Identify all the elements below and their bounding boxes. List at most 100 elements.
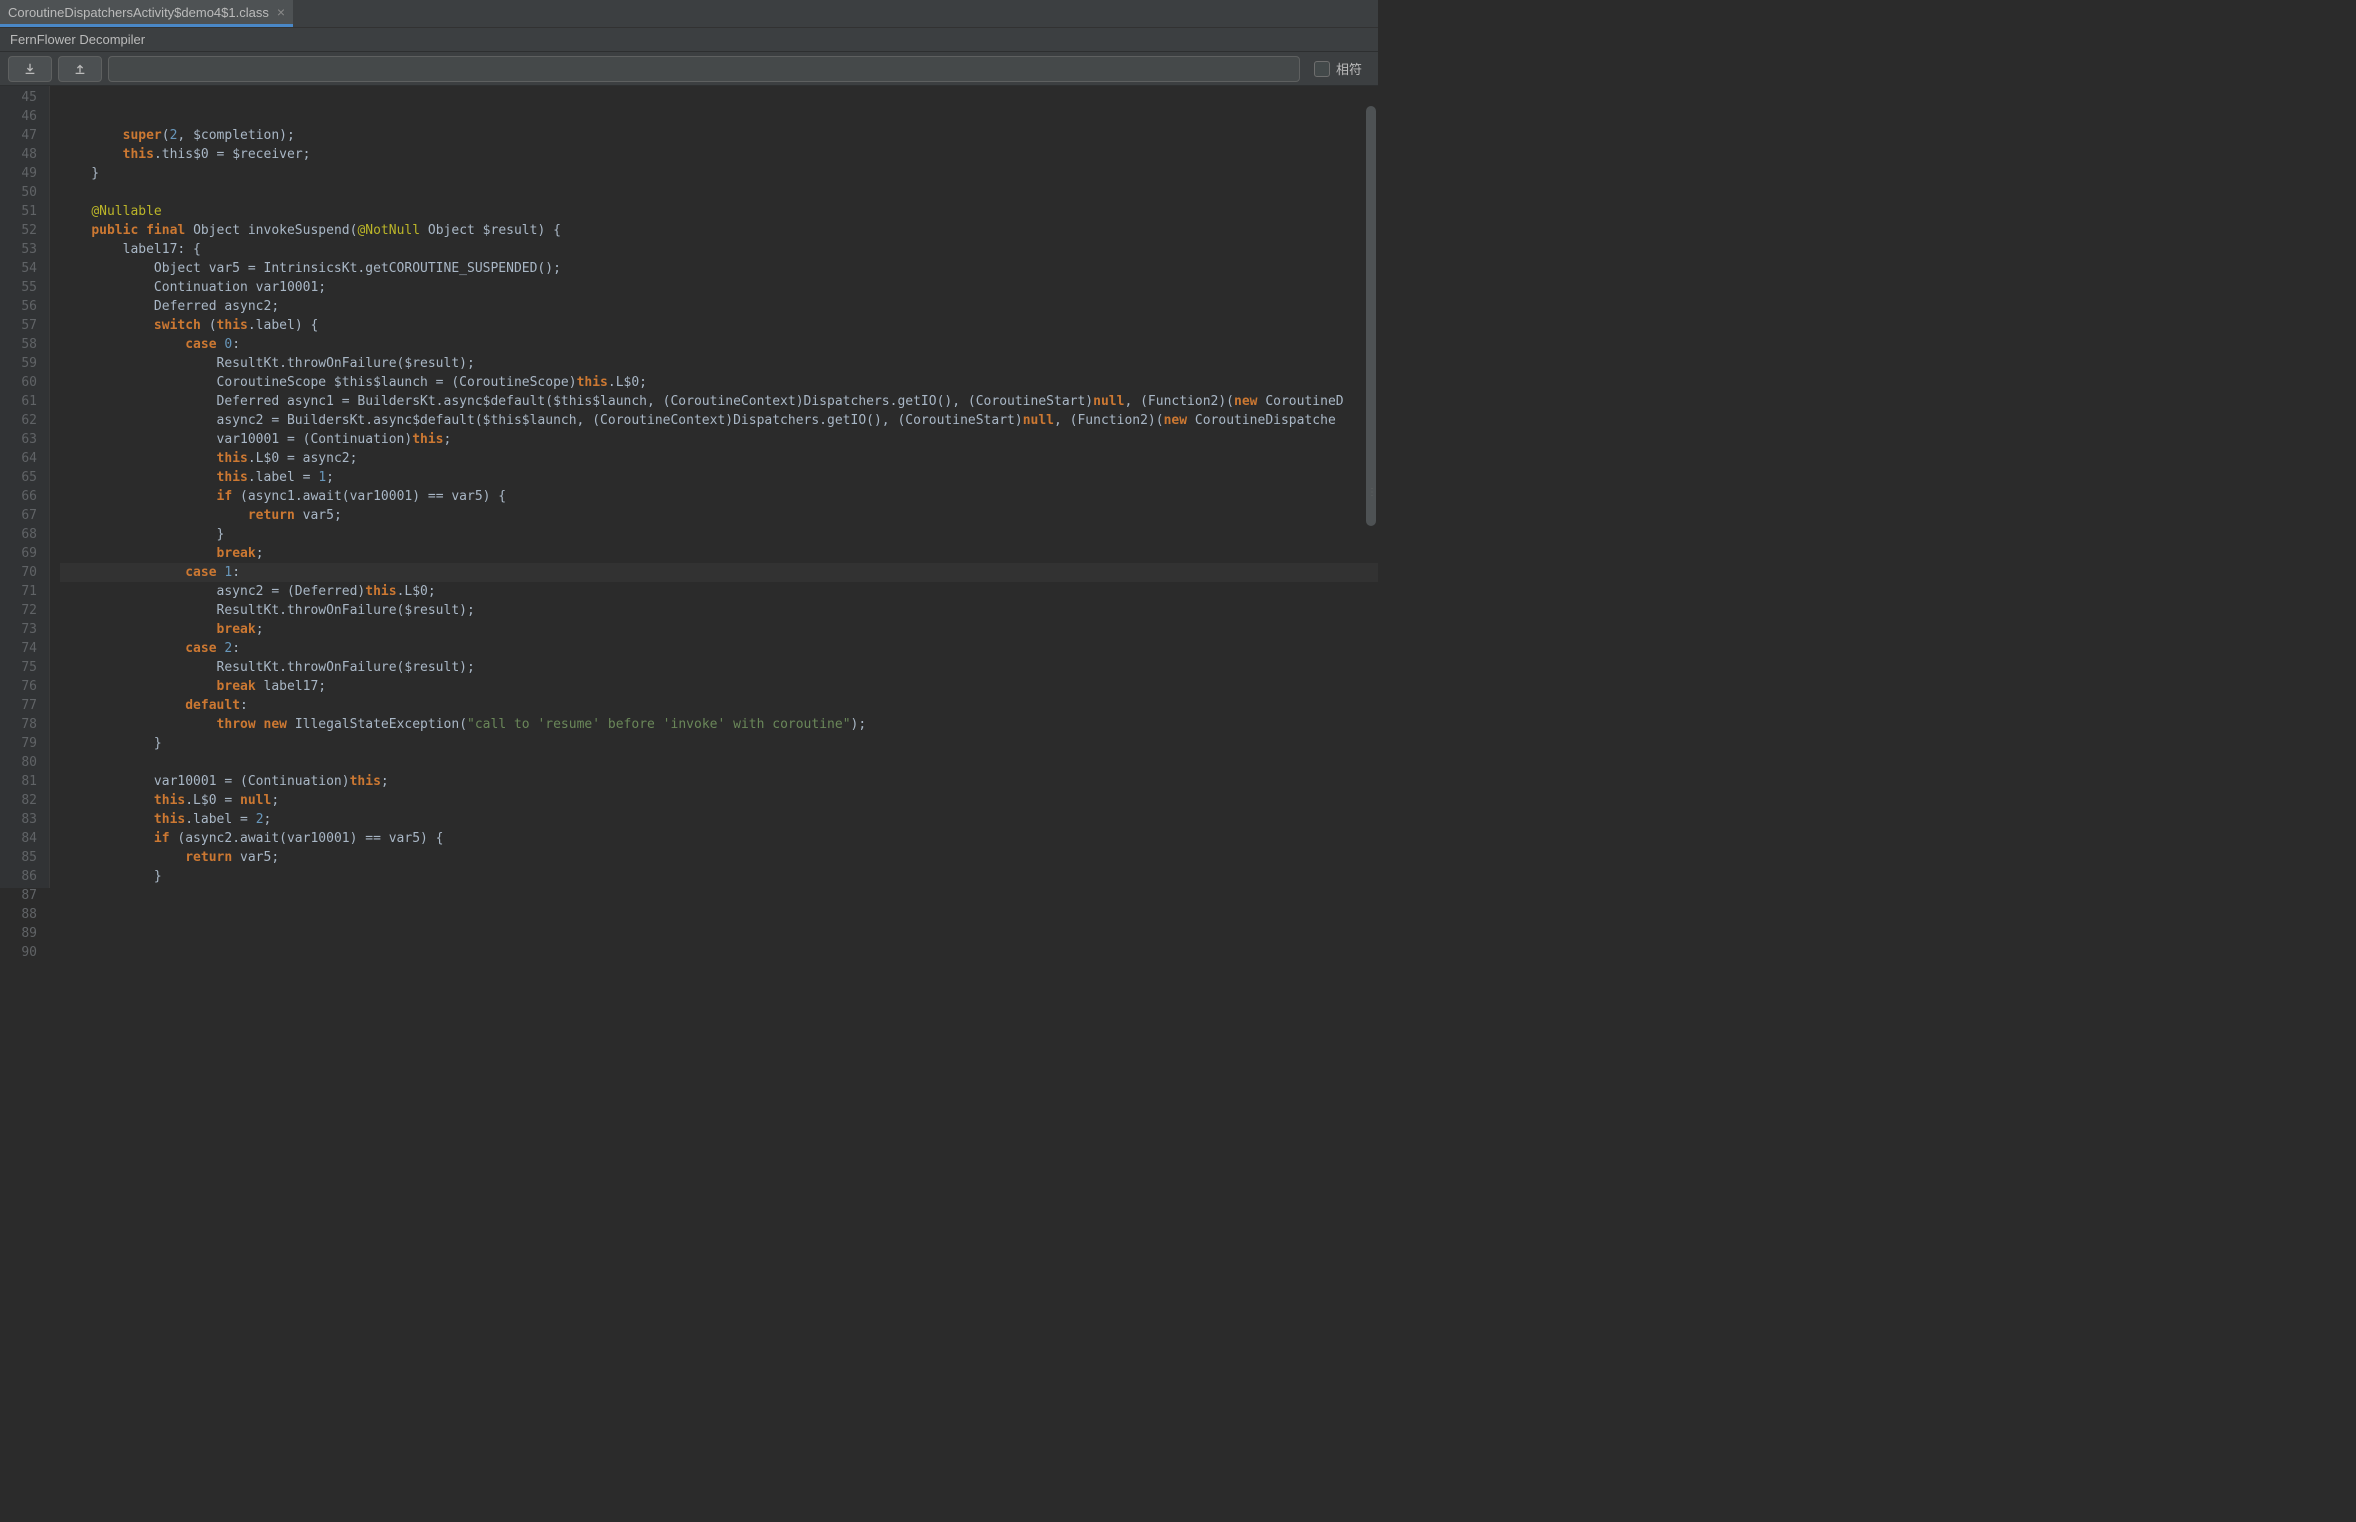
line-number: 88 — [14, 905, 37, 924]
tab-bar: CoroutineDispatchersActivity$demo4$1.cla… — [0, 0, 1378, 28]
download-button[interactable] — [8, 56, 52, 82]
code-line: default: — [60, 696, 1378, 715]
code-line: case 2: — [60, 639, 1378, 658]
match-checkbox[interactable]: 相符 — [1306, 59, 1370, 78]
code-line: label17: { — [60, 240, 1378, 259]
code-line: var10001 = (Continuation)this; — [60, 772, 1378, 791]
code-line: this.L$0 = async2; — [60, 449, 1378, 468]
code-line: var10001 = (Continuation)this; — [60, 430, 1378, 449]
line-number: 75 — [14, 658, 37, 677]
code-line: return var5; — [60, 506, 1378, 525]
line-number: 49 — [14, 164, 37, 183]
match-label: 相符 — [1336, 59, 1362, 78]
line-number: 89 — [14, 924, 37, 943]
upload-icon — [73, 62, 87, 76]
line-number: 65 — [14, 468, 37, 487]
code-line: throw new IllegalStateException("call to… — [60, 715, 1378, 734]
line-number: 67 — [14, 506, 37, 525]
code-line: super(2, $completion); — [60, 126, 1378, 145]
code-line: } — [60, 734, 1378, 753]
decompiler-label: FernFlower Decompiler — [10, 32, 145, 47]
line-number: 54 — [14, 259, 37, 278]
line-number: 87 — [14, 886, 37, 905]
line-number: 85 — [14, 848, 37, 867]
line-number: 73 — [14, 620, 37, 639]
code-line — [60, 183, 1378, 202]
code-line: this.this$0 = $receiver; — [60, 145, 1378, 164]
line-number: 84 — [14, 829, 37, 848]
code-line: } — [60, 525, 1378, 544]
code-line: ResultKt.throwOnFailure($result); — [60, 658, 1378, 677]
code-line: case 1: — [60, 563, 1378, 582]
line-number: 86 — [14, 867, 37, 886]
code-line: break; — [60, 544, 1378, 563]
download-icon — [23, 62, 37, 76]
line-number: 82 — [14, 791, 37, 810]
line-number: 71 — [14, 582, 37, 601]
code-line: public final Object invokeSuspend(@NotNu… — [60, 221, 1378, 240]
code-line: Object var5 = IntrinsicsKt.getCOROUTINE_… — [60, 259, 1378, 278]
upload-button[interactable] — [58, 56, 102, 82]
code-line: switch (this.label) { — [60, 316, 1378, 335]
code-line: Deferred async1 = BuildersKt.async$defau… — [60, 392, 1378, 411]
decompiler-banner: FernFlower Decompiler — [0, 28, 1378, 52]
code-line: async2 = (Deferred)this.L$0; — [60, 582, 1378, 601]
code-line: Continuation var10001; — [60, 278, 1378, 297]
code-area[interactable]: super(2, $completion); this.this$0 = $re… — [50, 86, 1378, 888]
line-number: 60 — [14, 373, 37, 392]
line-number: 64 — [14, 449, 37, 468]
line-number: 56 — [14, 297, 37, 316]
drag-handle-icon[interactable]: ⋮ — [1367, 487, 1376, 498]
line-number: 77 — [14, 696, 37, 715]
line-number: 57 — [14, 316, 37, 335]
line-number: 90 — [14, 943, 37, 962]
line-number: 46 — [14, 107, 37, 126]
line-number: 70 — [14, 563, 37, 582]
code-line: CoroutineScope $this$launch = (Coroutine… — [60, 373, 1378, 392]
code-line: break; — [60, 620, 1378, 639]
editor: 4546474849505152535455565758596061626364… — [0, 86, 1378, 888]
search-input[interactable] — [108, 56, 1300, 82]
line-number: 78 — [14, 715, 37, 734]
line-number: 47 — [14, 126, 37, 145]
line-number: 61 — [14, 392, 37, 411]
code-line — [60, 753, 1378, 772]
code-line: this.L$0 = null; — [60, 791, 1378, 810]
code-line: } — [60, 867, 1378, 886]
line-number: 76 — [14, 677, 37, 696]
line-number: 59 — [14, 354, 37, 373]
code-line: if (async2.await(var10001) == var5) { — [60, 829, 1378, 848]
line-number: 68 — [14, 525, 37, 544]
line-number: 74 — [14, 639, 37, 658]
line-number: 58 — [14, 335, 37, 354]
line-number: 83 — [14, 810, 37, 829]
line-number: 53 — [14, 240, 37, 259]
code-line: } — [60, 164, 1378, 183]
line-gutter: 4546474849505152535455565758596061626364… — [0, 86, 50, 888]
line-number: 79 — [14, 734, 37, 753]
line-number: 48 — [14, 145, 37, 164]
line-number: 45 — [14, 88, 37, 107]
code-line: ResultKt.throwOnFailure($result); — [60, 601, 1378, 620]
code-line: async2 = BuildersKt.async$default($this$… — [60, 411, 1378, 430]
toolbar: 相符 — [0, 52, 1378, 86]
line-number: 72 — [14, 601, 37, 620]
line-number: 55 — [14, 278, 37, 297]
line-number: 51 — [14, 202, 37, 221]
code-line: case 0: — [60, 335, 1378, 354]
close-icon[interactable]: × — [277, 4, 285, 20]
line-number: 81 — [14, 772, 37, 791]
line-number: 52 — [14, 221, 37, 240]
code-line: } — [60, 886, 1378, 888]
line-number: 50 — [14, 183, 37, 202]
line-number: 62 — [14, 411, 37, 430]
line-number: 63 — [14, 430, 37, 449]
checkbox-icon — [1314, 61, 1330, 77]
code-line: if (async1.await(var10001) == var5) { — [60, 487, 1378, 506]
code-line: break label17; — [60, 677, 1378, 696]
tab-title: CoroutineDispatchersActivity$demo4$1.cla… — [8, 5, 269, 20]
scrollbar-thumb[interactable] — [1366, 106, 1376, 526]
code-line: Deferred async2; — [60, 297, 1378, 316]
code-line: this.label = 1; — [60, 468, 1378, 487]
file-tab[interactable]: CoroutineDispatchersActivity$demo4$1.cla… — [0, 0, 293, 27]
